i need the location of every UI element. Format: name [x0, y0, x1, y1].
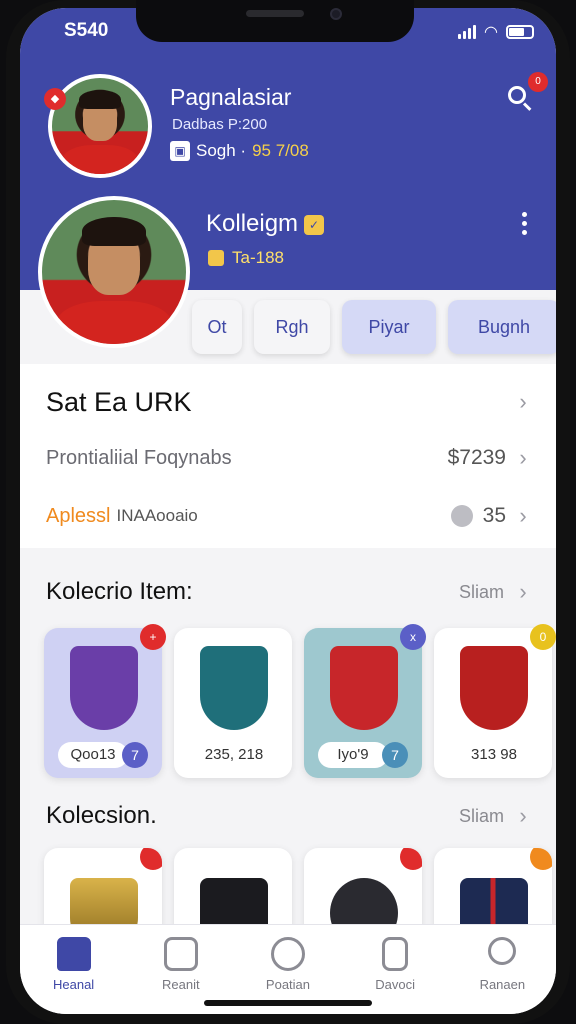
badge-shield-icon [200, 646, 268, 730]
info-list: Sat Ea URK › Prontialiial Foqynabs $7239… [20, 364, 556, 548]
clipboard-icon [382, 937, 409, 971]
profile-main-name-text: Kolleigm [206, 210, 299, 237]
notch [136, 0, 414, 42]
collection-cards: + Qoo13 7 235, 218 x Iyo'9 7 0 313 98 [44, 624, 556, 778]
list-title: Sat Ea URK [46, 386, 192, 417]
card-corner-badge: x [400, 624, 426, 650]
profile-top-subtitle: Dadbas P:200 [172, 116, 268, 133]
profile-main-stat: Ta-188 [208, 248, 284, 268]
section-collection: Kolecsion. Sliam › [46, 798, 530, 834]
wifi-icon: ◠ [484, 24, 498, 41]
card-corner-badge: 0 [530, 624, 556, 650]
status-time: S540 [64, 20, 109, 41]
home-indicator [204, 1000, 372, 1006]
points-value: 35 [482, 504, 506, 527]
stat-label: Sogh · [196, 141, 247, 160]
card-count: 7 [382, 742, 408, 768]
stat-value: 95 7/08 [252, 141, 309, 160]
badge-shield-icon [330, 646, 398, 730]
signal-icon [458, 25, 477, 39]
card-icon: ▣ [170, 141, 190, 161]
more-menu-icon[interactable] [522, 212, 528, 235]
collection-card[interactable]: + Qoo13 7 [44, 624, 166, 778]
chevron-right-icon: › [519, 389, 527, 414]
card-label: Iyo'9 [318, 742, 388, 768]
home-icon [56, 937, 91, 971]
avatar-small-badge: ◆ [44, 88, 66, 110]
profile-main-name: Kolleigm ✓ [206, 210, 325, 238]
verified-icon: ✓ [304, 215, 325, 235]
avatar-small[interactable] [48, 74, 152, 178]
tab-ot[interactable]: Ot [192, 300, 242, 354]
see-all-link[interactable]: Sliam › [459, 579, 530, 605]
list-item-points[interactable]: Aplessl INAAooaio 35 › [46, 496, 530, 536]
section-collection-items: Kolecrio Item: Sliam › [46, 574, 530, 610]
tab-rgh[interactable]: Rgh [254, 300, 330, 354]
chevron-right-icon: › [519, 579, 527, 604]
points-label-brand: Aplessl [46, 504, 111, 527]
notification-badge: 0 [528, 72, 548, 92]
card-label: 235, 218 [188, 742, 280, 768]
tab-bugnh[interactable]: Bugnh [448, 300, 556, 354]
see-all-label: Sliam [458, 581, 504, 602]
camera-icon [330, 8, 342, 20]
phone-frame: S540 ◠ ◆ Pagnalasiar Dadbas P:200 ▣ Sogh… [6, 0, 570, 1024]
collection-card[interactable]: x Iyo'9 7 [304, 624, 426, 778]
chevron-right-icon: › [519, 503, 527, 528]
app-screen: S540 ◠ ◆ Pagnalasiar Dadbas P:200 ▣ Sogh… [20, 8, 556, 1014]
battery-icon [506, 25, 534, 39]
profile-top-stat: ▣ Sogh · 95 7/08 [170, 141, 309, 161]
search-button[interactable]: 0 [506, 72, 548, 112]
see-all-label: Sliam [458, 805, 504, 826]
balance-label: Prontialiial Foqynabs [46, 446, 232, 469]
nav-ranaen[interactable]: Ranaen [457, 937, 547, 1014]
status-icons: ◠ [458, 22, 534, 42]
badge-shield-icon [70, 646, 138, 730]
chevron-right-icon: › [519, 803, 527, 828]
tab-bar: Ot Rgh Piyar Bugnh [192, 300, 556, 354]
search-icon [508, 86, 526, 104]
points-label: INAAooaio [116, 506, 198, 525]
collection-card[interactable]: 235, 218 [174, 628, 292, 778]
tab-piyar[interactable]: Piyar [342, 300, 436, 354]
list-item-title[interactable]: Sat Ea URK › [46, 382, 530, 422]
list-item-balance[interactable]: Prontialiial Foqynabs $7239 › [46, 438, 530, 478]
nav-home[interactable]: Heanal [29, 937, 119, 1014]
document-icon [163, 937, 198, 971]
balance-value: $7239 [447, 446, 506, 469]
section-title: Kolecsion. [46, 802, 157, 829]
coin-icon [450, 505, 473, 527]
avatar-large[interactable] [38, 196, 190, 348]
card-label: 313 98 [448, 742, 540, 768]
card-count: 7 [122, 742, 148, 768]
badge-shield-icon [460, 646, 528, 730]
coin-icon [208, 250, 224, 266]
profile-main-stat-text: Ta-188 [232, 248, 284, 267]
search-icon [488, 937, 517, 965]
compass-icon [270, 937, 305, 971]
section-title: Kolecrio Item: [46, 578, 193, 605]
card-label: Qoo13 [58, 742, 128, 768]
profile-top-name: Pagnalasiar [170, 84, 292, 110]
collection-card[interactable]: 0 313 98 [434, 624, 556, 778]
see-all-link[interactable]: Sliam › [459, 803, 530, 829]
card-corner-badge: + [140, 624, 166, 650]
chevron-right-icon: › [519, 445, 527, 470]
